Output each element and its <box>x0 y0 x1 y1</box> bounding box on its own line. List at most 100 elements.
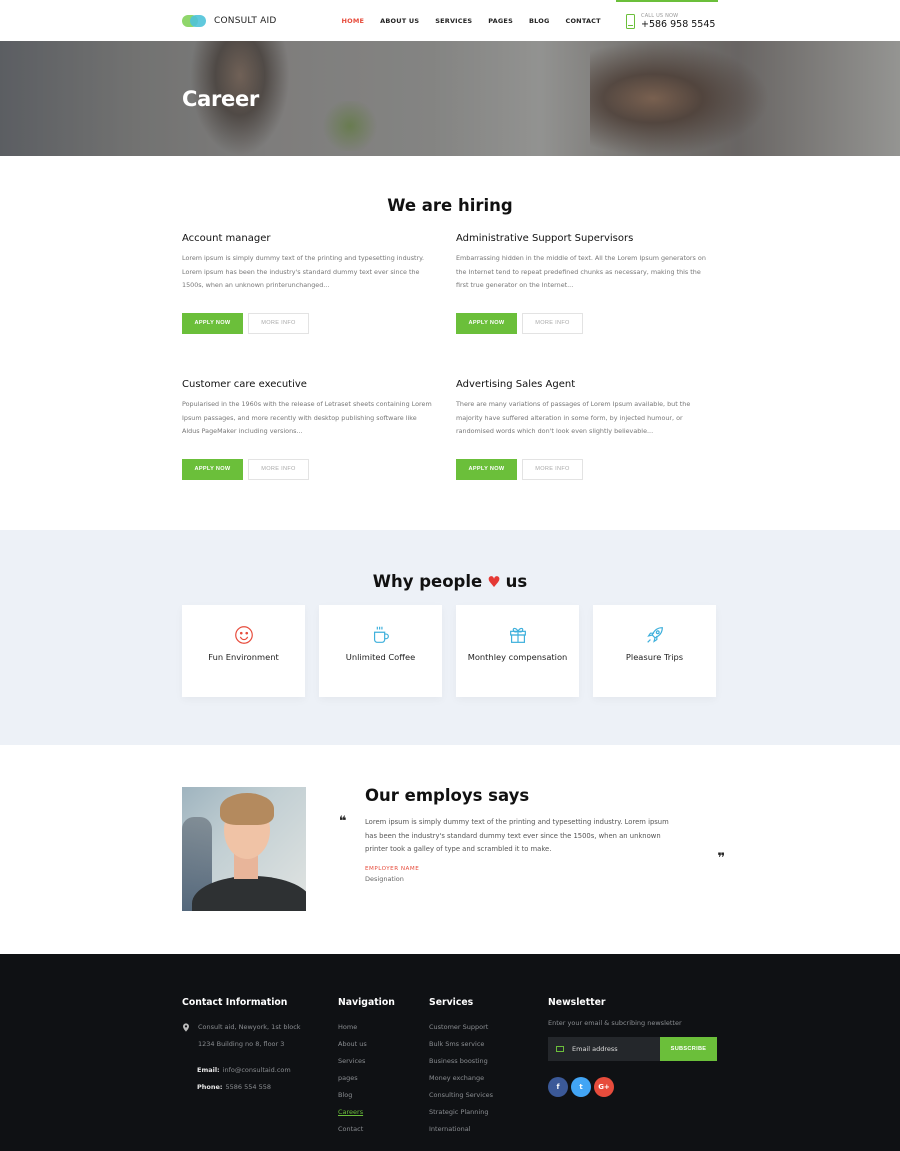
employee-name: EMPLOYER NAME <box>365 865 420 872</box>
job-title: Customer care executive <box>182 379 307 390</box>
brand-name: CONSULT AID <box>214 15 277 26</box>
testimonial-content: Our employs says ❝ Lorem ipsum is simply… <box>339 786 725 911</box>
testimonial-section: Our employs says ❝ Lorem ipsum is simply… <box>0 745 900 954</box>
employee-designation: Designation <box>365 874 404 883</box>
job-list: Account manager Lorem ipsum is simply du… <box>182 233 718 525</box>
apply-now-button[interactable]: APPLY NOW <box>182 458 243 480</box>
footer-nav-about-us[interactable]: About us <box>338 1036 429 1053</box>
perk-label: Unlimited Coffee <box>345 652 416 662</box>
more-info-button[interactable]: MORE INFO <box>248 312 309 334</box>
job-description: Popularised in the 1960s with the releas… <box>182 400 432 435</box>
more-info-button[interactable]: MORE INFO <box>522 458 583 480</box>
nav-blog[interactable]: BLOG <box>529 17 550 25</box>
job-title: Administrative Support Supervisors <box>456 233 634 244</box>
call-number[interactable]: +586 958 5545 <box>641 19 715 30</box>
site-header: CONSULT AID HOME ABOUT US SERVICES PAGES… <box>0 0 900 41</box>
employee-photo <box>182 787 306 911</box>
perk-label: Pleasure Trips <box>625 652 684 662</box>
newsletter-description: Enter your email & subcribing newsletter <box>548 1019 682 1027</box>
job-card: Advertising Sales Agent There are many v… <box>456 379 718 525</box>
facebook-icon[interactable]: f <box>548 1077 568 1097</box>
twitter-icon[interactable]: t <box>571 1077 591 1097</box>
rocket-icon <box>646 627 663 643</box>
coffee-cup-icon <box>373 626 389 643</box>
nav-about-us[interactable]: ABOUT US <box>380 17 419 25</box>
email-value[interactable]: info@consultaid.com <box>223 1066 291 1074</box>
footer-service-link[interactable]: Money exchange <box>429 1070 548 1087</box>
nav-services[interactable]: SERVICES <box>435 17 472 25</box>
location-pin-icon <box>183 1023 189 1032</box>
footer-newsletter: Newsletter Enter your email & subcribing… <box>548 997 718 1138</box>
hero-banner: Career <box>0 41 900 156</box>
footer-nav-contact[interactable]: Contact <box>338 1121 429 1138</box>
logo[interactable]: CONSULT AID <box>182 14 277 27</box>
newsletter-form: SUBSCRIBE <box>548 1037 718 1061</box>
perk-label: Monthley compensation <box>467 652 568 662</box>
job-card: Customer care executive Popularised in t… <box>182 379 456 525</box>
footer-navigation: Navigation Home About us Services pages … <box>338 997 429 1138</box>
main-nav: HOME ABOUT US SERVICES PAGES BLOG CONTAC… <box>341 17 600 25</box>
social-links: f t G+ <box>548 1077 718 1097</box>
footer-nav-careers[interactable]: Careers <box>338 1104 429 1121</box>
hero-image-couple <box>590 41 770 156</box>
email-label: Email: <box>197 1066 220 1074</box>
testimonial-title: Our employs says <box>365 786 530 805</box>
contact-email: Email: info@consultaid.com <box>197 1062 338 1079</box>
nav-home[interactable]: HOME <box>341 17 364 25</box>
site-footer: Contact Information Consult aid, Newyork… <box>0 954 900 1151</box>
address-line-2: 1234 Building no 8, floor 3 <box>198 1040 285 1048</box>
job-description: There are many variations of passages of… <box>456 400 691 435</box>
footer-nav-title: Navigation <box>338 997 395 1008</box>
nav-pages[interactable]: PAGES <box>488 17 513 25</box>
page-title: Career <box>182 87 259 111</box>
perk-label: Fun Environment <box>208 652 279 662</box>
apply-now-button[interactable]: APPLY NOW <box>456 458 517 480</box>
why-title: Why people ♥ us <box>0 572 900 591</box>
google-plus-icon[interactable]: G+ <box>594 1077 614 1097</box>
footer-contact-title: Contact Information <box>182 997 288 1008</box>
subscribe-button[interactable]: SUBSCRIBE <box>660 1037 717 1061</box>
hiring-section: We are hiring Account manager Lorem ipsu… <box>0 156 900 530</box>
close-quote-icon: ❞ <box>717 851 725 866</box>
job-description: Lorem ipsum is simply dummy text of the … <box>182 254 425 289</box>
gift-icon <box>509 627 526 643</box>
heart-icon: ♥ <box>487 572 501 591</box>
contact-phone: Phone: 5586 554 558 <box>197 1079 338 1096</box>
perk-list: Fun Environment Unlimited Coffee Monthle… <box>182 605 718 697</box>
job-card: Account manager Lorem ipsum is simply du… <box>182 233 456 379</box>
more-info-button[interactable]: MORE INFO <box>248 458 309 480</box>
address-line-1: Consult aid, Newyork, 1st block <box>198 1023 301 1031</box>
footer-nav-pages[interactable]: pages <box>338 1070 429 1087</box>
footer-service-link[interactable]: Business boosting <box>429 1053 548 1070</box>
footer-nav-blog[interactable]: Blog <box>338 1087 429 1104</box>
footer-service-link[interactable]: Consulting Services <box>429 1087 548 1104</box>
apply-now-button[interactable]: APPLY NOW <box>456 312 517 334</box>
why-title-after: us <box>505 572 528 591</box>
footer-services: Services Customer Support Bulk Sms servi… <box>429 997 548 1138</box>
perk-card: Fun Environment <box>182 605 305 697</box>
envelope-icon <box>556 1046 564 1052</box>
footer-service-link[interactable]: Strategic Planning <box>429 1104 548 1121</box>
phone-label: Phone: <box>197 1083 223 1091</box>
newsletter-title: Newsletter <box>548 997 606 1008</box>
footer-nav-home[interactable]: Home <box>338 1019 429 1036</box>
footer-nav-services[interactable]: Services <box>338 1053 429 1070</box>
nav-contact[interactable]: CONTACT <box>565 17 600 25</box>
mobile-phone-icon <box>626 14 635 29</box>
more-info-button[interactable]: MORE INFO <box>522 312 583 334</box>
footer-service-link[interactable]: Customer Support <box>429 1019 548 1036</box>
footer-service-link[interactable]: International <box>429 1121 548 1138</box>
call-us[interactable]: CALL US NOW +586 958 5545 <box>616 0 718 41</box>
why-section: Why people ♥ us Fun Environment Unlimite… <box>0 530 900 745</box>
hiring-title: We are hiring <box>387 196 513 215</box>
open-quote-icon: ❝ <box>339 814 347 829</box>
perk-card: Pleasure Trips <box>593 605 716 697</box>
email-input[interactable] <box>572 1045 652 1053</box>
logo-icon <box>182 14 206 27</box>
footer-service-link[interactable]: Bulk Sms service <box>429 1036 548 1053</box>
smiley-icon <box>234 626 253 644</box>
job-card: Administrative Support Supervisors Embar… <box>456 233 718 379</box>
phone-value[interactable]: 5586 554 558 <box>226 1083 272 1091</box>
job-title: Advertising Sales Agent <box>456 379 576 390</box>
apply-now-button[interactable]: APPLY NOW <box>182 312 243 334</box>
